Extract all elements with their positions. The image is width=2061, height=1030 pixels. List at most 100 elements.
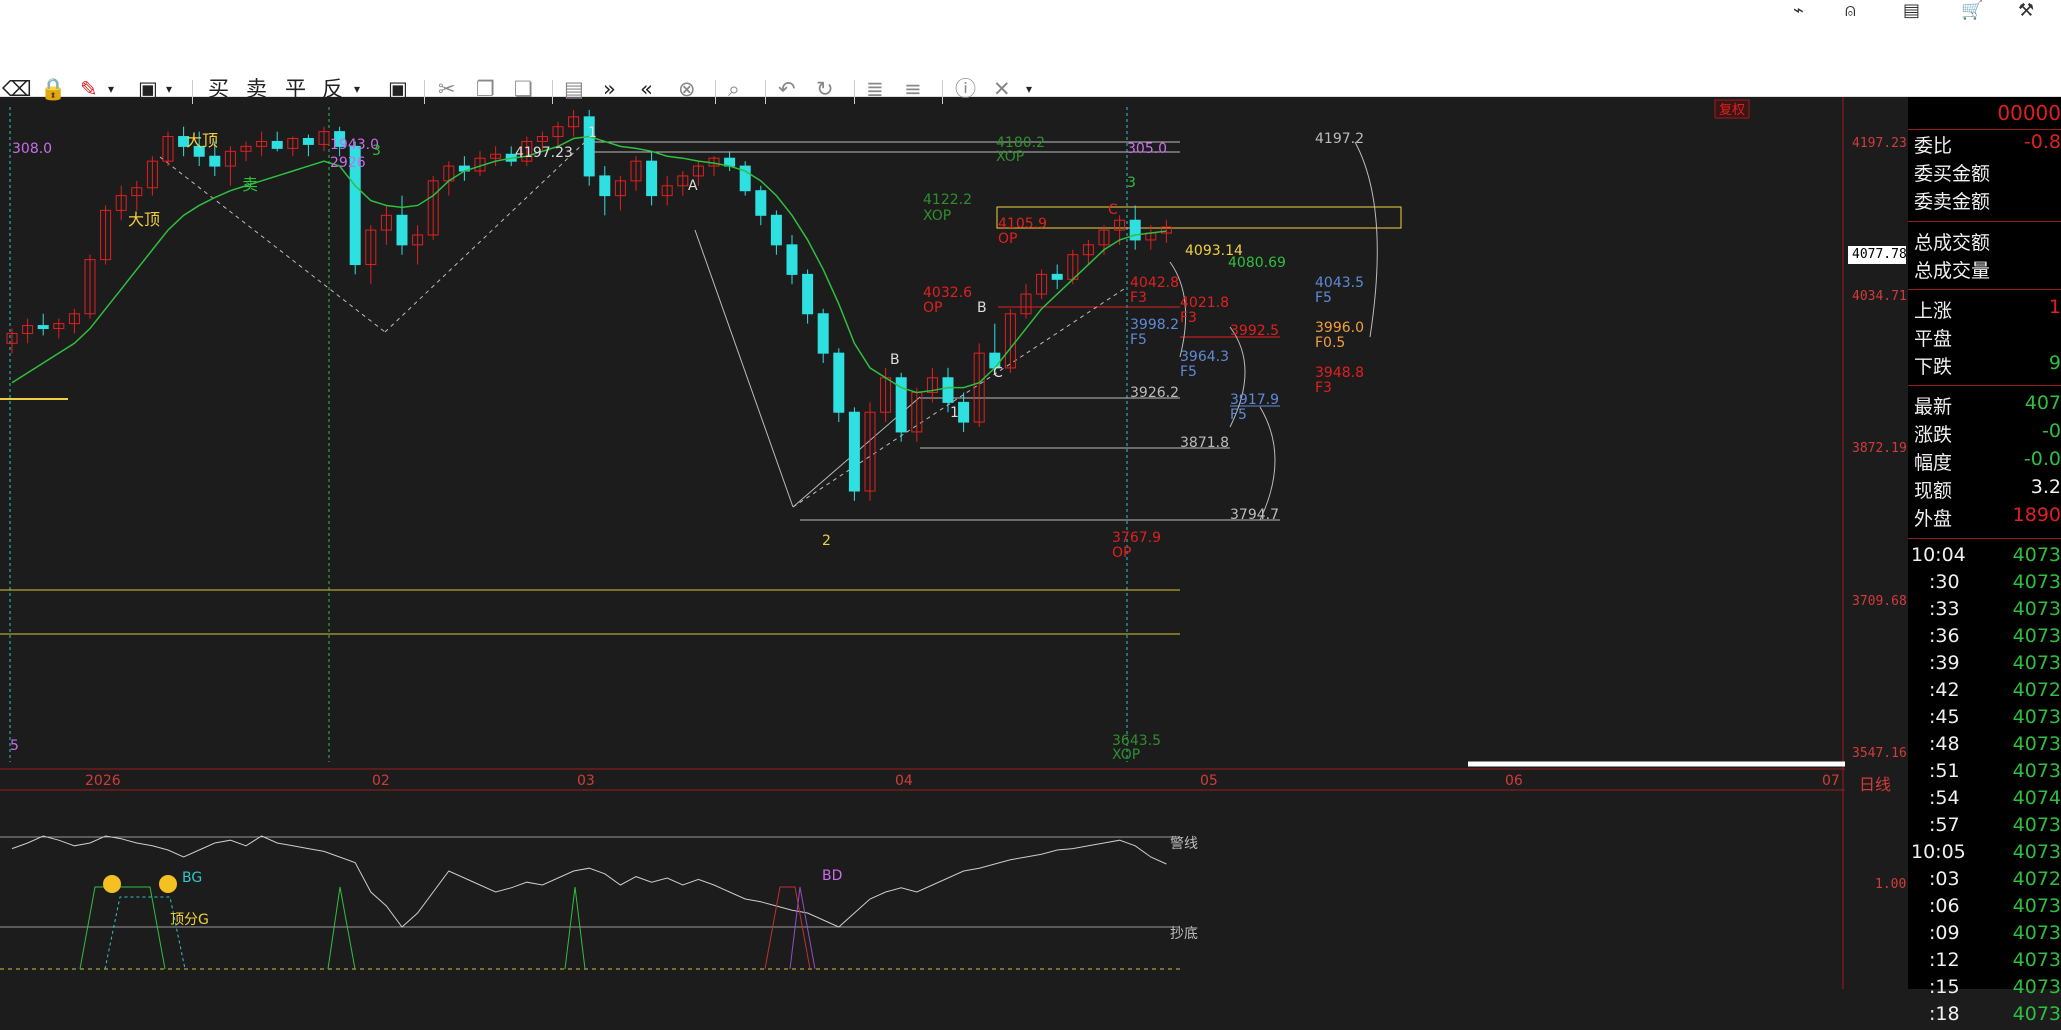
- annotation: 卖: [242, 175, 258, 194]
- tick-row: :45 4073: [1908, 706, 2061, 733]
- tick-price: 4073: [2012, 949, 2061, 971]
- annotation: XOP: [996, 149, 1024, 165]
- quote-value: -0.8: [2023, 131, 2061, 153]
- tick-row: :12 4073: [1908, 949, 2061, 976]
- quote-label: 下跌: [1914, 356, 1953, 378]
- annotation: F5: [1315, 290, 1332, 306]
- divider: [1908, 221, 2061, 222]
- candle-body: [817, 313, 829, 354]
- quote-row: 上涨 1: [1908, 296, 2061, 323]
- tick-time: :15: [1929, 976, 1960, 998]
- cart-icon[interactable]: 🛒: [1961, 0, 1983, 21]
- candle-body: [209, 155, 221, 167]
- tick-price: 4072: [2012, 679, 2061, 701]
- tick-price: 4073: [2012, 922, 2061, 944]
- tick-row: :36 4073: [1908, 625, 2061, 652]
- candle-body: [1051, 273, 1063, 280]
- tick-price: 4073: [2012, 544, 2061, 566]
- tick-time: :03: [1929, 868, 1960, 890]
- x-axis-label: 03: [577, 773, 595, 789]
- tick-price: 4072: [2012, 868, 2061, 890]
- annotation: XOP: [923, 208, 951, 224]
- x-axis-label: 04: [895, 773, 913, 789]
- candle-body: [958, 401, 970, 423]
- annotation: C: [993, 365, 1003, 381]
- tick-price: 4073: [2012, 760, 2061, 782]
- user-icon[interactable]: ⍝: [1845, 0, 1856, 21]
- tick-time: :45: [1929, 706, 1960, 728]
- tick-row: :57 4073: [1908, 814, 2061, 841]
- period-label[interactable]: 日线: [1859, 771, 1891, 795]
- tick-price: 4073: [2012, 625, 2061, 647]
- candle-body: [396, 214, 408, 246]
- indicator-pulse: [79, 886, 166, 970]
- quote-label: 涨跌: [1914, 424, 1953, 446]
- quote-row: 平盘: [1908, 324, 2061, 351]
- tick-price: 4073: [2012, 1003, 2061, 1025]
- candle-body: [1129, 219, 1141, 241]
- stock-code: 00000: [1997, 101, 2061, 125]
- tick-row: :09 4073: [1908, 922, 2061, 949]
- quote-label: 总成交量: [1914, 260, 1991, 282]
- annotation: B: [977, 300, 987, 316]
- annotation: F5: [1180, 364, 1197, 380]
- tick-time: :39: [1929, 652, 1960, 674]
- quote-row: 总成交额: [1908, 228, 2061, 255]
- indicator-label: BD: [822, 868, 842, 884]
- annotation: B: [890, 352, 900, 368]
- annotation: 5: [10, 738, 19, 754]
- quote-row: 最新 407: [1908, 392, 2061, 419]
- tick-row: 10:04 4073: [1908, 544, 2061, 571]
- tick-row: :39 4073: [1908, 652, 2061, 679]
- tick-price: 4073: [2012, 652, 2061, 674]
- candle-body: [755, 190, 767, 216]
- candle-body: [833, 352, 845, 413]
- quote-row: 委比 -0.8: [1908, 131, 2061, 158]
- tick-row: :18 4073: [1908, 1003, 2061, 1030]
- tick-row: 10:05 4073: [1908, 841, 2061, 868]
- tick-row: :54 4074: [1908, 787, 2061, 814]
- x-axis-label: 05: [1200, 773, 1218, 789]
- annotation: 3992.5: [1230, 323, 1279, 339]
- annotation: C: [1108, 202, 1118, 218]
- annotation: 大顶: [186, 131, 218, 150]
- annotation: 3996.0: [1315, 320, 1364, 336]
- quote-label: 最新: [1914, 396, 1953, 418]
- rss-icon[interactable]: ⌁: [1793, 0, 1804, 21]
- tick-time: :57: [1929, 814, 1960, 836]
- divider: [1908, 289, 2061, 290]
- annotation: 2: [822, 533, 831, 549]
- annotation: F3: [1180, 310, 1197, 326]
- quote-value: 1: [2048, 296, 2061, 318]
- quote-value: 9: [2048, 352, 2061, 374]
- annotation: 大顶: [128, 210, 160, 229]
- tick-row: :06 4073: [1908, 895, 2061, 922]
- tick-price: 4073: [2012, 571, 2061, 593]
- tick-row: :33 4073: [1908, 598, 2061, 625]
- document-icon[interactable]: ▤: [1903, 0, 1920, 21]
- price-axis-label: 4034.71: [1852, 289, 1907, 304]
- annotation: 3917.9: [1230, 392, 1279, 408]
- quote-row: 涨跌 -0: [1908, 420, 2061, 447]
- indicator-label: BG: [182, 870, 202, 886]
- tick-time: 10:05: [1911, 841, 1966, 863]
- annotation: OP: [1112, 545, 1131, 561]
- annotation: F5: [1130, 332, 1147, 348]
- tick-time: :48: [1929, 733, 1960, 755]
- tick-time: :54: [1929, 787, 1960, 809]
- tick-time: :30: [1929, 571, 1960, 593]
- annotation: 4197.2: [1315, 131, 1364, 147]
- tick-price: 4073: [2012, 895, 2061, 917]
- tick-time: :33: [1929, 598, 1960, 620]
- quote-value: -0.0: [2023, 448, 2061, 470]
- annotation: 3767.9: [1112, 530, 1161, 546]
- divider: [1908, 385, 2061, 386]
- quote-label: 现额: [1914, 480, 1953, 502]
- candle-body: [599, 175, 611, 197]
- indicator-label: 顶分G: [170, 912, 209, 928]
- tick-time: :51: [1929, 760, 1960, 782]
- price-axis: 4197.23 4077.78 4034.71 3872.19 3709.68 …: [1845, 97, 1908, 989]
- tools-icon[interactable]: ⚒: [2018, 0, 2034, 21]
- candlestick-chart[interactable]: 308.0 5 大顶 大顶 卖 1943.0 2926 3 4197.23 1 …: [0, 97, 1845, 989]
- indicator-label: 警线: [1170, 836, 1198, 852]
